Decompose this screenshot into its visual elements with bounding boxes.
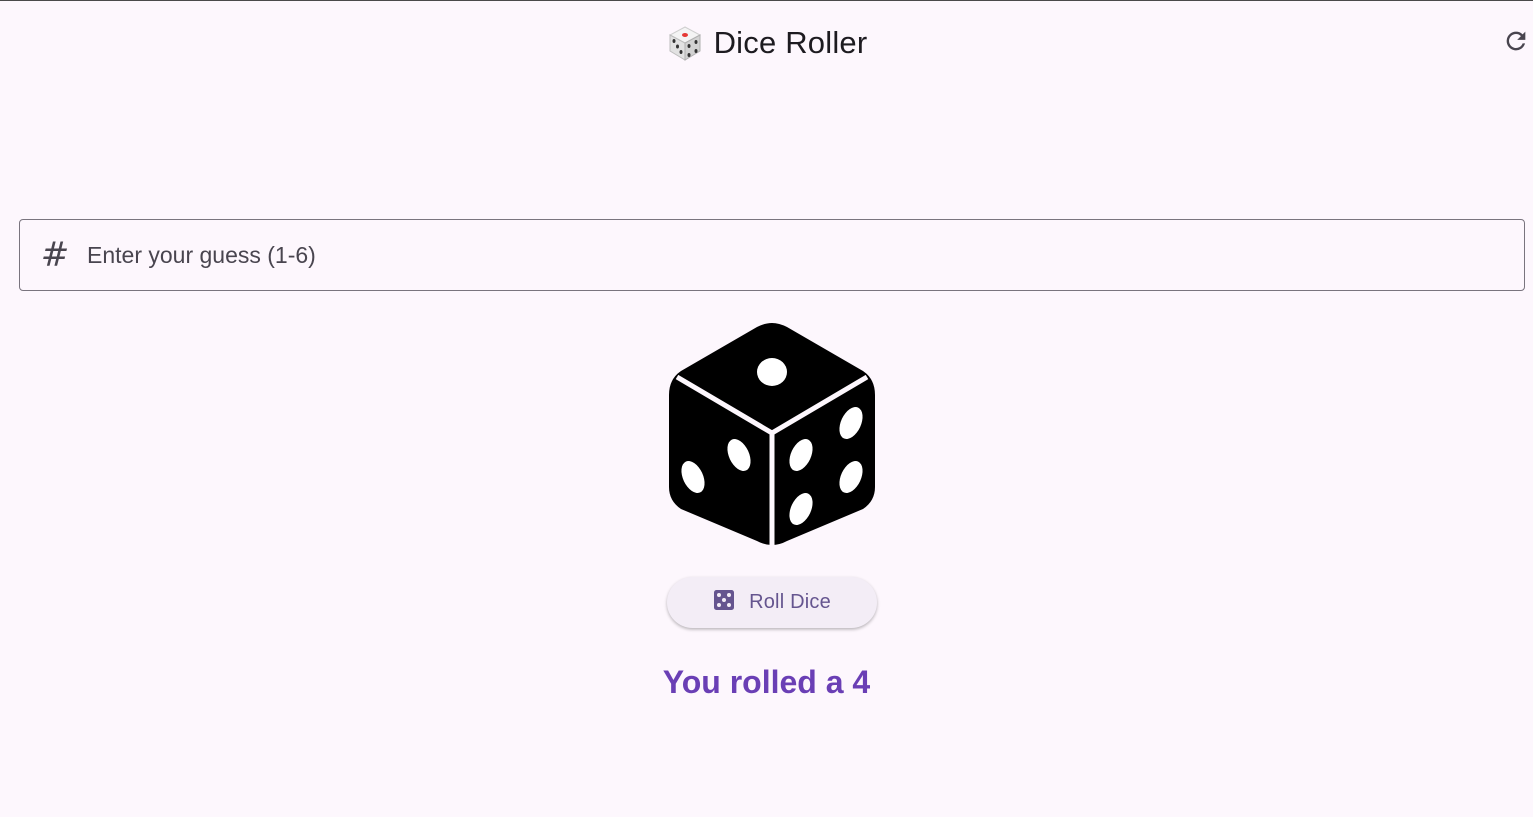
- hash-icon: #: [40, 235, 70, 275]
- dice-3d-icon: [669, 323, 875, 547]
- refresh-icon: [1502, 27, 1530, 60]
- app-bar: Dice Roller: [0, 1, 1533, 85]
- roll-dice-label: Roll Dice: [749, 591, 831, 613]
- refresh-button[interactable]: [1501, 28, 1531, 58]
- dice-five-icon: [713, 589, 735, 616]
- title-group: Dice Roller: [0, 23, 1533, 63]
- app-window: Dice Roller # Enter your guess (1-6) Rol…: [0, 0, 1533, 817]
- result-text: You rolled a 4: [662, 664, 871, 700]
- guess-input[interactable]: [87, 220, 1524, 290]
- game-die-icon: [666, 24, 704, 62]
- die-display: [667, 319, 877, 549]
- guess-field[interactable]: #: [19, 219, 1525, 291]
- roll-dice-button[interactable]: Roll Dice: [667, 577, 877, 628]
- page-title: Dice Roller: [713, 25, 868, 60]
